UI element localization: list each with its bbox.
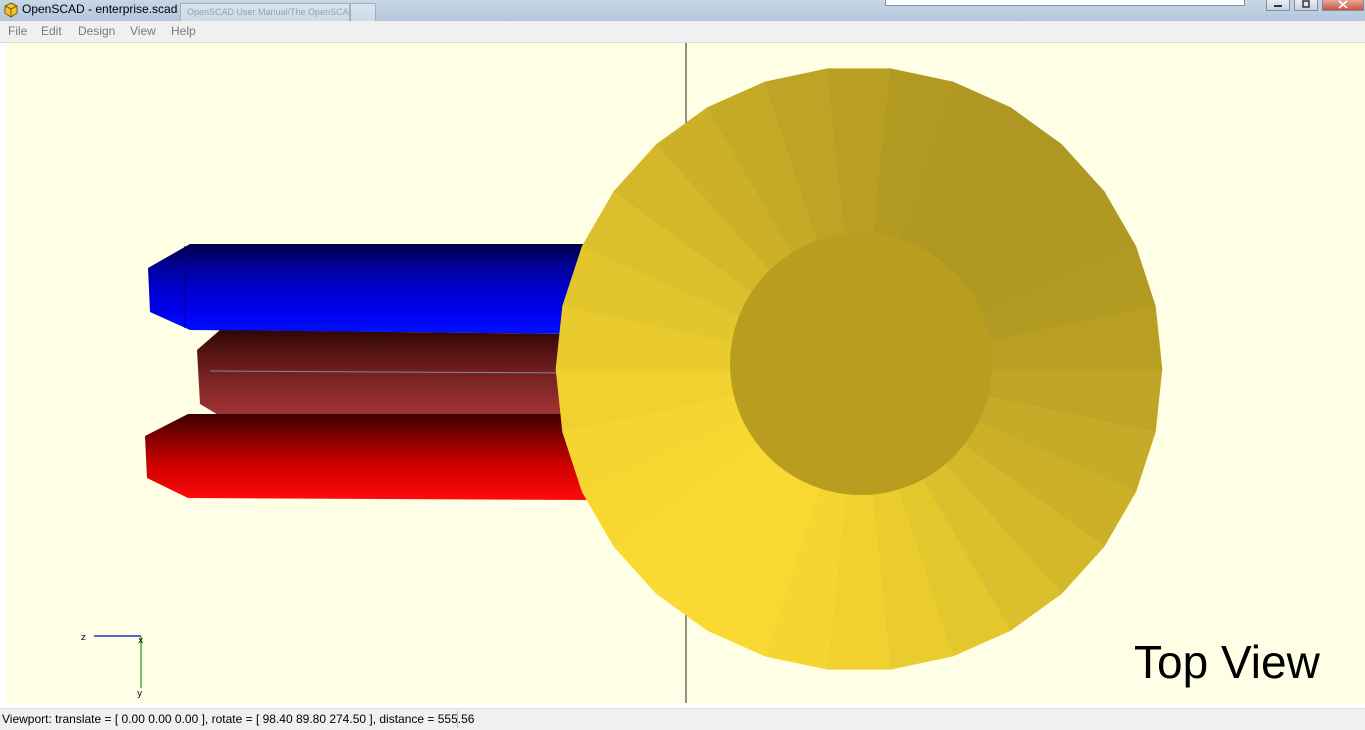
- nacelle-red: [145, 414, 590, 500]
- saucer-hub: [730, 233, 992, 495]
- title-bar[interactable]: OpenSCAD - enterprise.scad OpenSCAD User…: [0, 0, 1365, 22]
- menu-bar: File Edit Design View Help: [0, 21, 1365, 43]
- menu-edit[interactable]: Edit: [41, 24, 62, 38]
- background-url-bar[interactable]: [885, 0, 1245, 6]
- background-browser-tab-close[interactable]: [350, 3, 376, 22]
- maximize-button[interactable]: [1294, 0, 1318, 11]
- 3d-viewport[interactable]: z x y Top View: [6, 43, 1365, 703]
- axis-label-y: y: [137, 689, 143, 699]
- menu-file[interactable]: File: [8, 24, 27, 38]
- background-browser-tab-label: OpenSCAD User Manual/The OpenSCA...: [187, 7, 357, 17]
- menu-help[interactable]: Help: [171, 24, 196, 38]
- model-render: z x y: [81, 43, 1163, 703]
- minimize-icon: [1274, 5, 1282, 7]
- minimize-button[interactable]: [1266, 0, 1290, 11]
- axis-label-z: z: [81, 633, 86, 643]
- menu-design[interactable]: Design: [78, 24, 115, 38]
- window-title: OpenSCAD - enterprise.scad: [22, 2, 178, 16]
- axis-label-x: x: [138, 636, 144, 646]
- background-browser-tab[interactable]: OpenSCAD User Manual/The OpenSCA...: [180, 3, 356, 22]
- view-name-label: Top View: [1134, 636, 1320, 688]
- menu-view[interactable]: View: [130, 24, 156, 38]
- openscad-app-icon: [4, 2, 18, 18]
- status-separator: [457, 711, 458, 728]
- close-icon: [1338, 0, 1348, 9]
- nacelle-blue: [148, 244, 585, 334]
- status-bar: Viewport: translate = [ 0.00 0.00 0.00 ]…: [0, 708, 1365, 730]
- close-button[interactable]: [1322, 0, 1364, 11]
- viewport-status-text: Viewport: translate = [ 0.00 0.00 0.00 ]…: [2, 712, 475, 726]
- restore-icon: [1302, 0, 1310, 8]
